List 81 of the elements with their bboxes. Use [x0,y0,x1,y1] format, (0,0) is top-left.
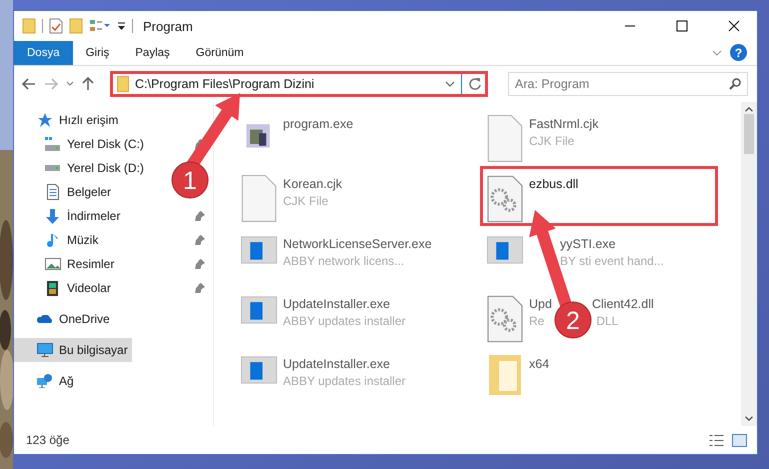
pictures-icon [44,258,60,270]
pc-icon [36,343,52,357]
scroll-down-icon[interactable] [745,416,753,421]
file-name[interactable]: FastNrml.cjk [529,117,598,131]
sidebar-item[interactable]: Belgeler [14,180,116,204]
maximize-icon[interactable] [676,20,688,32]
sidebar-item[interactable]: Ağ [14,369,78,393]
item-count: 123 öğe [26,433,70,447]
sidebar-item[interactable]: Videolar [14,276,115,300]
minimize-icon[interactable] [624,25,636,27]
sidebar-item[interactable]: Resimler [14,252,118,276]
cloud-icon [36,315,52,323]
ribbon-tab[interactable]: Görünüm [182,41,257,65]
file-name[interactable]: UpdateInstaller.exe [283,357,390,371]
file-name[interactable]: program.exe [283,117,354,131]
help-button[interactable]: ? [730,44,747,61]
docs-icon [46,184,58,200]
up-icon[interactable] [82,77,94,91]
gears-file-icon [487,175,523,223]
sidebar-item[interactable]: Yerel Disk (C:) [14,132,148,156]
application-icon [241,295,277,325]
file-type: CJK File [283,194,328,208]
ribbon-tab[interactable]: Dosya [14,41,73,65]
sidebar-item[interactable]: İndirmeler [14,204,124,228]
file-type: ABBY updates installer [283,314,406,328]
folder-icon [117,76,129,92]
close-icon[interactable] [728,20,740,32]
gears-file-icon [487,295,523,343]
file-icon [487,115,523,163]
file-icon [241,175,277,223]
details-view-icon[interactable] [709,434,724,446]
sidebar-item[interactable]: Hızlı erişim [14,108,122,132]
expand-ribbon-icon[interactable] [712,50,722,56]
drive-icon [45,165,60,171]
folder-icon [489,355,521,395]
music-icon [47,234,58,246]
file-name[interactable]: x64 [529,357,550,371]
file-name[interactable]: Korean.cjk [283,177,342,191]
file-name[interactable]: yySTI.exe [560,237,616,251]
sidebar-item[interactable]: Müzik [14,228,102,252]
view-options-icon[interactable] [89,19,111,33]
recent-caret-icon[interactable] [66,81,74,87]
sidebar-item[interactable]: Bu bilgisayar [14,338,132,362]
refresh-icon[interactable] [468,77,482,91]
application-icon [241,355,277,385]
sidebar-item[interactable]: OneDrive [14,307,114,331]
large-icons-view-icon[interactable] [732,434,747,446]
back-icon[interactable] [22,78,36,90]
scroll-up-icon[interactable] [745,107,753,112]
video-icon [47,280,58,296]
scroll-thumb[interactable] [744,114,754,154]
application-icon [241,235,277,265]
download-icon [46,208,59,224]
step-badge: 2 [554,302,592,338]
customize-caret-icon[interactable] [117,21,126,31]
properties-icon[interactable] [49,18,63,34]
file-type: DLL [596,314,618,328]
file-name[interactable]: UpdateInstaller.exe [283,297,390,311]
network-icon [37,374,52,388]
file-type: ABBY network licens... [283,254,404,268]
file-name[interactable]: NetworkLicenseServer.exe [283,237,432,251]
file-name[interactable]: Upd [529,297,552,311]
search-field[interactable]: Ara: Program [508,72,748,96]
dropdown-caret-icon[interactable] [445,81,455,87]
ribbon-tab[interactable]: Paylaş [122,41,183,65]
scrollbar[interactable] [741,102,757,426]
file-type: CJK File [529,134,574,148]
file-name[interactable]: Client42.dll [592,297,654,311]
drive-win-icon [45,137,60,151]
file-type: BY sti event hand... [560,254,664,268]
ribbon-tab[interactable]: Giriş [72,41,122,65]
quick-icon [37,113,52,127]
application-icon [487,235,523,265]
address-field[interactable]: C:\Program Files\Program Dizini [110,71,488,97]
step-badge: 1 [172,162,208,198]
sidebar-item[interactable]: Yerel Disk (D:) [14,156,148,180]
file-type: ABBY updates installer [283,374,406,388]
file-name[interactable]: ezbus.dll [529,177,578,191]
file-type: Re [529,314,544,328]
window-title: Program [143,18,193,34]
search-icon [729,78,741,90]
